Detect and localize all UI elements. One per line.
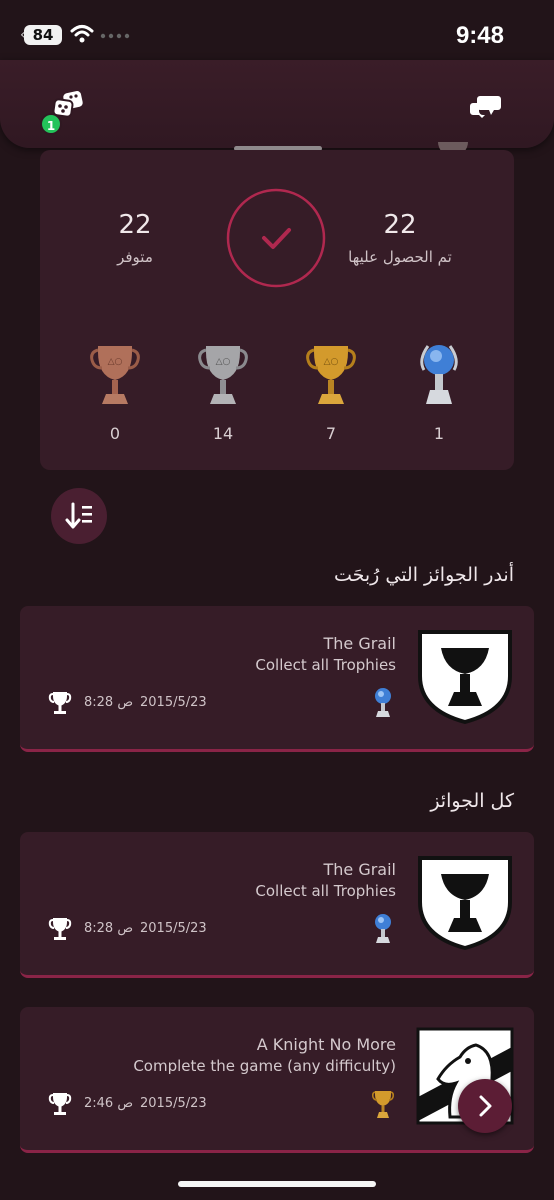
platinum-count: 1: [433, 424, 445, 443]
next-button[interactable]: [458, 1079, 512, 1133]
trophy-thumbnail: [418, 630, 512, 724]
trophy-cup-icon: [48, 918, 72, 940]
silver-count-group: △○ 14: [188, 340, 258, 443]
earned-time: 2:46 ص: [84, 1096, 134, 1111]
home-indicator[interactable]: [178, 1181, 376, 1187]
sort-icon: [65, 502, 92, 529]
clock: 9:48: [455, 22, 504, 49]
trophy-row[interactable]: The Grail Collect all Trophies 2015/5/23…: [20, 832, 534, 978]
trophy-name: The Grail: [323, 634, 396, 653]
signal-icon: [100, 33, 130, 39]
earned-label: تم الحصول عليها: [348, 248, 452, 266]
earned-time: 8:28 ص: [84, 921, 134, 936]
platinum-count-group: 1: [404, 340, 474, 443]
earned-count: 22: [383, 210, 417, 240]
available-stat: 22 متوفر: [100, 210, 170, 266]
earned-date: 2015/5/23: [140, 695, 207, 710]
trophy-description: Collect all Trophies: [255, 656, 396, 674]
silver-count: 14: [212, 424, 234, 443]
silver-trophy-icon: △○: [198, 346, 248, 404]
bronze-count: 0: [109, 424, 121, 443]
trophy-summary-card: 22 تم الحصول عليها 22 متوفر △○ 0 △○ 14 △…: [40, 150, 514, 470]
trophy-name: The Grail: [323, 860, 396, 879]
messages-icon[interactable]: [470, 94, 502, 120]
trophy-cup-icon: [48, 692, 72, 714]
bronze-count-group: △○ 0: [80, 340, 150, 443]
trophy-row[interactable]: A Knight No More Complete the game (any …: [20, 1007, 534, 1153]
svg-text:△○: △○: [216, 357, 231, 367]
svg-text:△○: △○: [108, 357, 123, 367]
trophy-row[interactable]: The Grail Collect all Trophies 2015/5/23…: [20, 606, 534, 752]
gold-count: 7: [325, 424, 337, 443]
trophy-thumbnail: [418, 856, 512, 950]
chevron-right-icon: [479, 1095, 492, 1117]
earned-stat: 22 تم الحصول عليها: [330, 210, 470, 266]
trophy-name: A Knight No More: [256, 1035, 396, 1054]
trophy-description: Complete the game (any difficulty): [133, 1057, 396, 1075]
trophy-description: Collect all Trophies: [255, 882, 396, 900]
bronze-trophy-icon: △○: [90, 346, 140, 404]
trophy-counts: △○ 0 △○ 14 △○ 7 1: [40, 340, 514, 443]
platinum-grade-icon: [375, 914, 391, 943]
gold-count-group: △○ 7: [296, 340, 366, 443]
platinum-grade-icon: [375, 688, 391, 717]
rarest-section-title: أندر الجوائز التي رُبحَت: [333, 564, 514, 586]
svg-text:△○: △○: [324, 357, 339, 367]
check-icon: [262, 228, 291, 249]
status-bar: ‹ 84 9:48: [0, 0, 554, 60]
available-count: 22: [118, 210, 152, 240]
sort-button[interactable]: [51, 488, 107, 544]
gold-trophy-icon: △○: [306, 346, 356, 404]
completion-ring: [226, 188, 326, 288]
platinum-trophy-icon: [420, 345, 458, 404]
all-section-title: كل الجوائز: [430, 790, 514, 812]
wifi-icon: [70, 25, 94, 43]
earned-date: 2015/5/23: [140, 921, 207, 936]
available-label: متوفر: [117, 248, 153, 266]
earned-time: 8:28 ص: [84, 695, 134, 710]
battery-indicator: 84: [24, 25, 62, 45]
earned-date: 2015/5/23: [140, 1096, 207, 1111]
trophy-cup-icon: [48, 1093, 72, 1115]
gold-grade-icon: [372, 1091, 394, 1118]
app-header: 1: [0, 60, 554, 148]
notification-badge: 1: [40, 113, 62, 135]
